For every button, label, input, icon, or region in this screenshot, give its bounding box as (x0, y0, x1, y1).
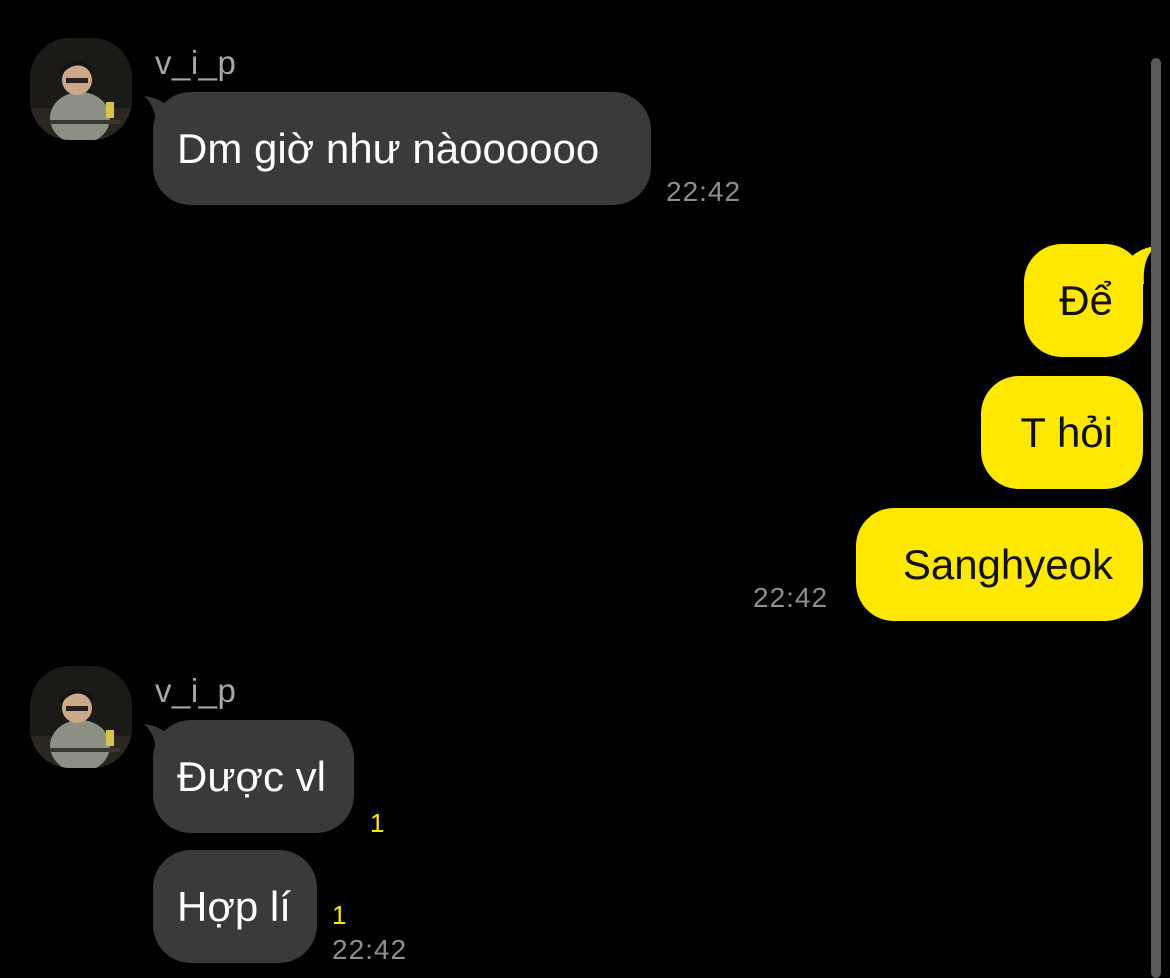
outgoing-message-bubble[interactable]: Sanghyeok (856, 508, 1143, 621)
profile-photo-icon (30, 666, 132, 768)
message-timestamp: 22:42 (753, 582, 829, 613)
sender-name: v_i_p (155, 44, 237, 81)
message-text: Sanghyeok (902, 540, 1113, 588)
profile-photo-icon (30, 38, 132, 140)
sender-name: v_i_p (155, 672, 237, 709)
incoming-message-bubble[interactable]: Dm giờ như nàoooooo (153, 92, 651, 205)
incoming-message-bubble[interactable]: Hợp lí (153, 850, 317, 963)
message-timestamp: 22:42 (666, 176, 742, 207)
outgoing-message-bubble[interactable]: T hỏi (981, 376, 1143, 489)
message-text: T hỏi (1020, 408, 1113, 456)
scrollbar[interactable] (1151, 58, 1161, 978)
unread-count: 1 (332, 900, 347, 930)
unread-count: 1 (370, 808, 385, 838)
sender-avatar[interactable] (30, 38, 132, 140)
message-text: Dm giờ như nàoooooo (177, 124, 600, 172)
message-text: Được vl (177, 752, 326, 800)
incoming-message-bubble[interactable]: Được vl (153, 720, 354, 833)
message-text: Để (1059, 276, 1113, 324)
outgoing-message-bubble[interactable]: Để (1024, 244, 1143, 357)
sender-avatar[interactable] (30, 666, 132, 768)
message-timestamp: 22:42 (332, 934, 408, 965)
message-text: Hợp lí (177, 882, 291, 930)
